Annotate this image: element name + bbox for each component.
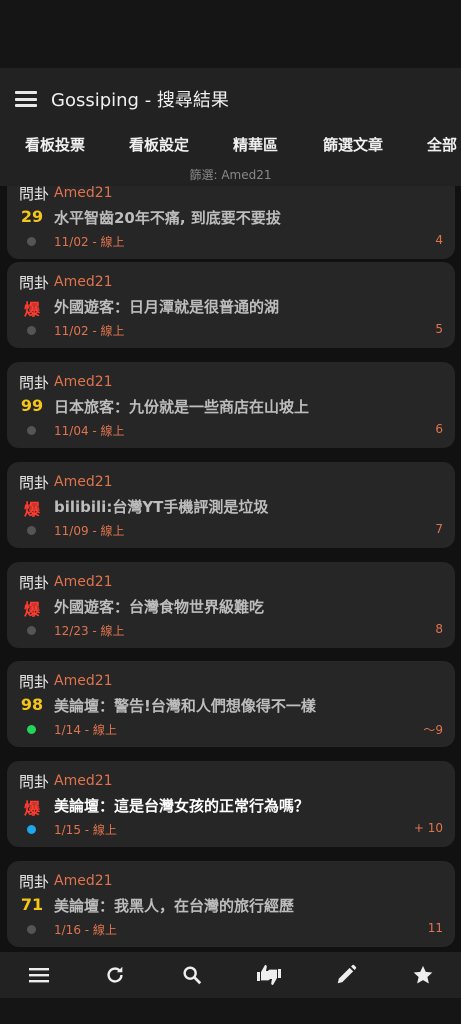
post-title: 外國遊客：日月潭就是很普通的湖 [54,298,280,316]
post-card[interactable]: 問卦 Amed21 98 美論壇：警告!台灣和人們想像得不一樣 1/14 - 線上 ～9 [7,661,455,747]
post-comment-count: 6 [435,422,443,436]
post-date: 11/04 - 線上 [54,424,125,438]
post-author: Amed21 [54,673,113,689]
post-card[interactable]: 問卦 Amed21 71 美論壇：我黑人，在台灣的旅行經歷 1/16 - 線上 11 [7,861,455,947]
post-category: 問卦 [19,873,50,891]
post-author: Amed21 [54,773,113,789]
tab-all[interactable]: 全部 [427,130,457,160]
read-status-dot [27,326,36,335]
post-category: 問卦 [19,374,50,392]
post-author: Amed21 [54,274,113,290]
post-date: 12/23 - 線上 [54,624,125,638]
post-score: 29 [20,207,44,226]
post-score: 爆 [23,799,40,818]
post-date: 11/02 - 線上 [54,324,125,338]
post-card[interactable]: 問卦 Amed21 爆美論壇：這是台灣女孩的正常行為嗎？ 1/15 - 線上 + 10 [7,761,455,847]
refresh-icon[interactable] [92,952,138,998]
pencil-icon[interactable] [323,952,369,998]
post-category: 問卦 [19,673,50,691]
post-comment-count: 11 [427,921,443,935]
post-category: 問卦 [19,574,50,592]
read-status-dot [27,526,36,535]
post-category: 問卦 [19,773,50,791]
app-bar: Gossiping - 搜尋結果 [0,68,461,130]
thumbs-up-down-icon[interactable] [246,952,292,998]
post-comment-count: 4 [435,233,443,247]
system-nav-bar [0,998,461,1024]
bottom-toolbar [0,952,461,998]
post-date: 11/09 - 線上 [54,524,125,538]
read-status-dot [27,626,36,635]
post-comment-count: + 10 [413,821,443,835]
post-title: 美論壇：這是台灣女孩的正常行為嗎？ [54,797,310,815]
post-author: Amed21 [54,574,113,590]
read-status-dot [27,237,36,246]
star-icon[interactable] [400,952,446,998]
tab-board-vote[interactable]: 看板投票 [25,130,85,160]
post-comment-count: 8 [435,622,443,636]
read-status-dot [27,725,36,734]
post-date: 1/14 - 線上 [54,723,117,737]
post-score: 98 [20,695,44,714]
filter-label: 篩選: Amed21 [0,160,461,186]
page-title: Gossiping - 搜尋結果 [51,90,229,111]
post-title: 美論壇：我黑人，在台灣的旅行經歷 [54,897,295,915]
tab-digest[interactable]: 精華區 [233,130,278,160]
post-score: 71 [20,895,44,914]
post-card[interactable]: 問卦 Amed21 爆外國遊客：日月潭就是很普通的湖 11/02 - 線上 5 [7,262,455,348]
post-title: 外國遊客：台灣食物世界級難吃 [54,598,265,616]
post-comment-count: 5 [435,322,443,336]
post-card[interactable]: 問卦 Amed21 99 日本旅客：九份就是一些商店在山坡上 11/04 - 線上 6 [7,362,455,448]
tab-filter-posts[interactable]: 篩選文章 [323,130,383,160]
post-date: 11/02 - 線上 [54,235,125,249]
post-card[interactable]: 問卦 Amed21 爆外國遊客：台灣食物世界級難吃 12/23 - 線上 8 [7,562,455,648]
post-title: bilibili:台灣YT手機評測是垃圾 [54,498,269,516]
post-category: 問卦 [19,186,50,203]
post-list[interactable]: 問卦 Amed21 29 水平智齒20年不痛, 到底要不要拔 11/02 - 線上 4 問卦… [0,186,461,952]
post-score: 爆 [23,500,40,519]
read-status-dot [27,825,36,834]
post-date: 1/16 - 線上 [54,923,117,937]
post-comment-count: ～9 [423,723,443,737]
post-author: Amed21 [54,873,113,889]
post-card[interactable]: 問卦 Amed21 爆 bilibili:台灣YT手機評測是垃圾 11/09 - 線上 7 [7,462,455,548]
post-title: 日本旅客：九份就是一些商店在山坡上 [54,398,310,416]
post-author: Amed21 [54,374,113,390]
post-author: Amed21 [54,474,113,490]
post-score: 99 [20,396,44,415]
board-tabs: 看板投票 看板設定 精華區 篩選文章 全部 [0,130,461,160]
post-title: 美論壇：警告!台灣和人們想像得不一樣 [54,697,316,715]
post-card[interactable]: 問卦 Amed21 29 水平智齒20年不痛, 到底要不要拔 11/02 - 線上 4 [7,186,455,259]
read-status-dot [27,925,36,934]
tab-board-settings[interactable]: 看板設定 [129,130,189,160]
post-title: 水平智齒20年不痛, 到底要不要拔 [54,209,281,227]
hamburger-menu-icon[interactable] [15,91,37,107]
post-author: Amed21 [54,186,113,201]
post-score: 爆 [23,600,40,619]
post-comment-count: 7 [435,522,443,536]
post-date: 1/15 - 線上 [54,823,117,837]
read-status-dot [27,426,36,435]
post-score: 爆 [23,300,40,319]
search-icon[interactable] [169,952,215,998]
status-bar [0,0,461,68]
post-category: 問卦 [19,474,50,492]
menu-icon[interactable] [16,952,62,998]
post-category: 問卦 [19,274,50,292]
